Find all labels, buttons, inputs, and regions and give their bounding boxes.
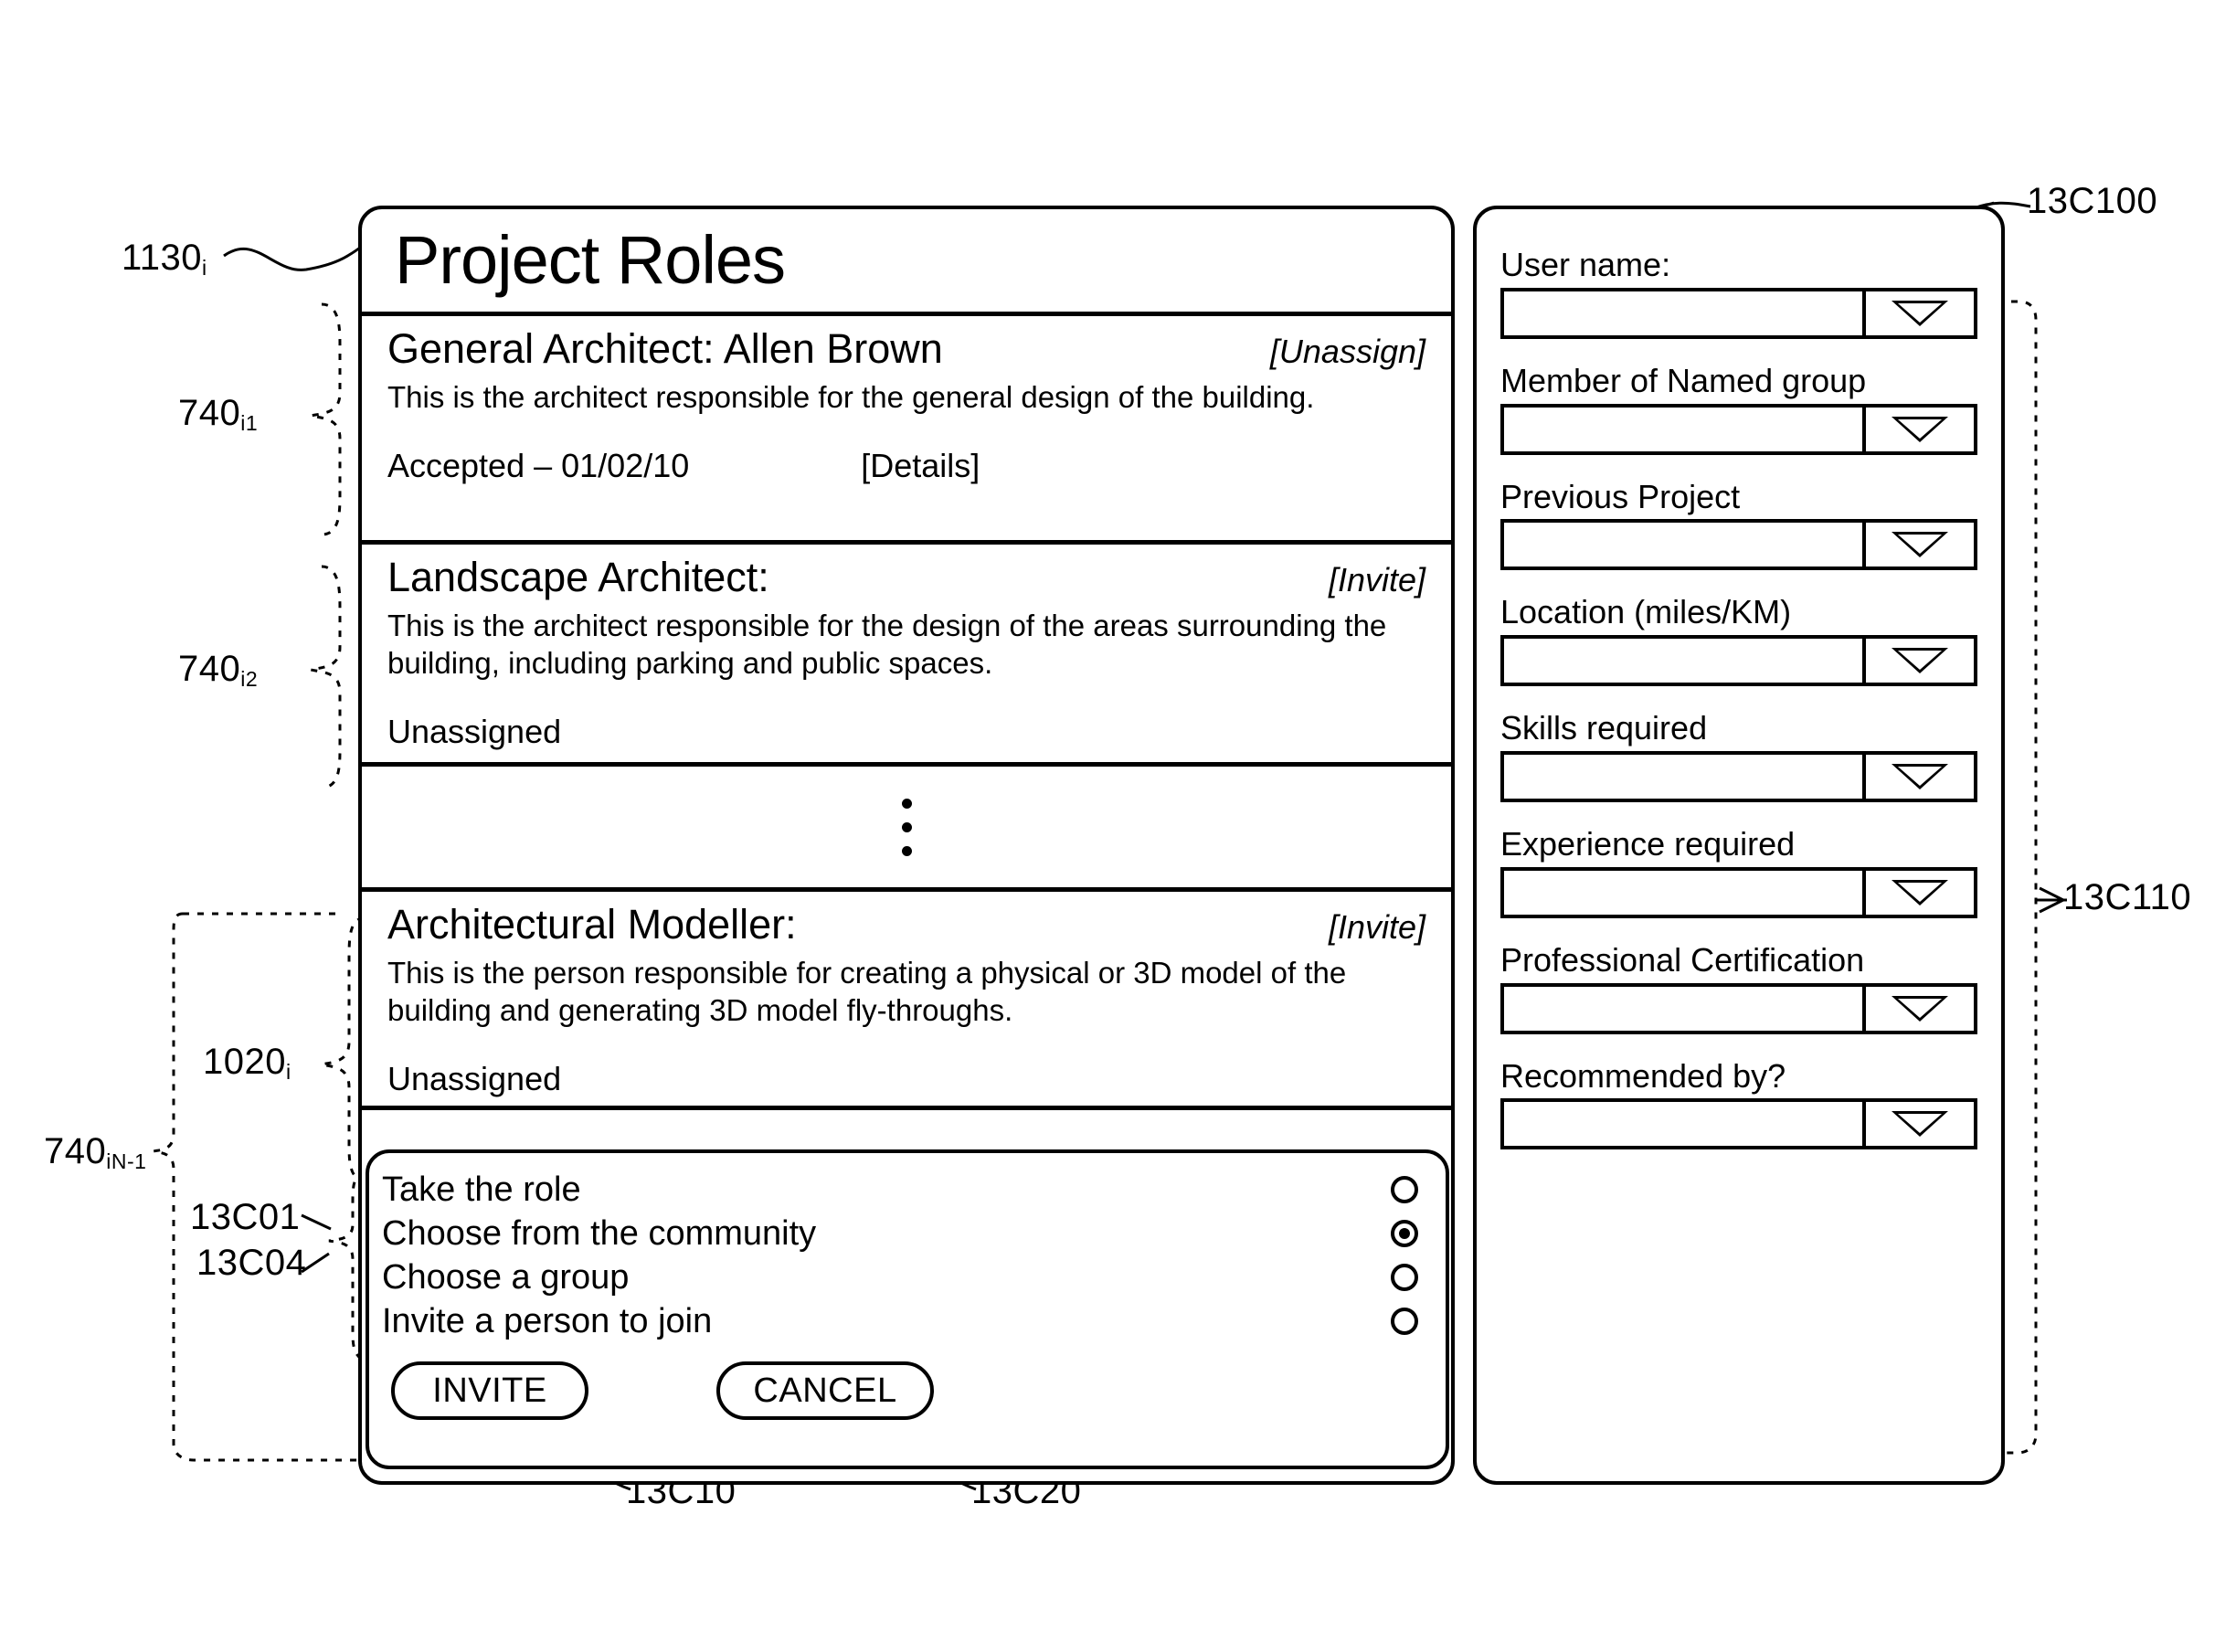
- callout-13C04: 13C04: [196, 1243, 307, 1283]
- role-row-general-architect[interactable]: General Architect: Allen Brown [Unassign…: [362, 312, 1451, 540]
- role-status-row: Unassigned: [387, 713, 1425, 751]
- callout-740iN-1: 740iN-1: [44, 1131, 147, 1173]
- callout-13C110: 13C110: [2063, 877, 2192, 917]
- field-skills-required: Skills required: [1500, 711, 1977, 802]
- radio-invite-a-person-to-join[interactable]: [1391, 1308, 1418, 1335]
- role-title: General Architect: Allen Brown: [387, 325, 943, 372]
- role-status: Unassigned: [387, 1060, 562, 1098]
- user-search-filter-window: User name: Member of Named group Previou…: [1473, 206, 2005, 1485]
- field-professional-certification: Professional Certification: [1500, 940, 1977, 1034]
- chevron-down-icon[interactable]: [1862, 870, 1974, 915]
- callout-740i1: 740i1: [178, 393, 259, 435]
- location-combobox[interactable]: [1500, 635, 1977, 687]
- skills-required-combobox[interactable]: [1500, 750, 1977, 802]
- option-choose-a-group[interactable]: Choose a group: [382, 1255, 1433, 1299]
- invite-option-list: Take the role Choose from the community …: [382, 1168, 1433, 1343]
- role-row-landscape-architect[interactable]: Landscape Architect: [Invite] This is th…: [362, 540, 1451, 762]
- user-name-combobox[interactable]: [1500, 287, 1977, 339]
- location-input[interactable]: [1504, 639, 1862, 683]
- field-label: Previous Project: [1500, 477, 1741, 515]
- callout-13C01: 13C01: [190, 1197, 301, 1237]
- previous-project-input[interactable]: [1504, 523, 1862, 567]
- role-title: Architectural Modeller:: [387, 901, 797, 948]
- field-location: Location (miles/KM): [1500, 593, 1977, 687]
- role-header: General Architect: Allen Brown [Unassign…: [387, 325, 1425, 373]
- role-header: Landscape Architect: [Invite]: [387, 554, 1425, 601]
- option-label: Take the role: [382, 1170, 581, 1209]
- chevron-down-icon[interactable]: [1862, 523, 1974, 567]
- details-link[interactable]: [Details]: [861, 447, 980, 485]
- role-title: Landscape Architect:: [387, 554, 769, 600]
- option-label: Choose a group: [382, 1258, 630, 1297]
- chevron-down-icon[interactable]: [1862, 754, 1974, 799]
- role-header: Architectural Modeller: [Invite]: [387, 901, 1425, 948]
- vertical-ellipsis-icon: [901, 798, 912, 856]
- professional-certification-input[interactable]: [1504, 987, 1862, 1031]
- option-choose-from-the-community[interactable]: Choose from the community: [382, 1212, 1433, 1255]
- figure-canvas: 1130i 740i1 740i2 1020i 740iN-1 13C01 13…: [0, 0, 2236, 1652]
- experience-required-combobox[interactable]: [1500, 866, 1977, 918]
- field-member-of-named-group: Member of Named group: [1500, 361, 1977, 455]
- radio-choose-a-group[interactable]: [1391, 1264, 1418, 1291]
- role-status: Accepted – 01/02/10: [387, 447, 690, 484]
- field-label: Location (miles/KM): [1500, 593, 1792, 631]
- field-label: User name:: [1500, 246, 1671, 283]
- role-status-row: Unassigned: [387, 1060, 1425, 1098]
- experience-required-input[interactable]: [1504, 871, 1862, 915]
- member-of-named-group-input[interactable]: [1504, 408, 1862, 451]
- invite-link[interactable]: [Invite]: [1292, 561, 1425, 599]
- field-recommended-by: Recommended by?: [1500, 1056, 1977, 1150]
- roles-list: General Architect: Allen Brown [Unassign…: [362, 312, 1451, 1110]
- cancel-button[interactable]: CANCEL: [716, 1361, 934, 1420]
- previous-project-combobox[interactable]: [1500, 519, 1977, 571]
- radio-take-the-role[interactable]: [1391, 1176, 1418, 1203]
- field-label: Recommended by?: [1500, 1056, 1786, 1095]
- callout-1020i: 1020i: [203, 1042, 291, 1084]
- chevron-down-icon[interactable]: [1862, 639, 1974, 683]
- option-label: Invite a person to join: [382, 1302, 713, 1340]
- radio-choose-from-the-community[interactable]: [1391, 1220, 1418, 1247]
- user-name-input[interactable]: [1504, 291, 1862, 335]
- option-invite-a-person-to-join[interactable]: Invite a person to join: [382, 1299, 1433, 1343]
- field-experience-required: Experience required: [1500, 827, 1977, 918]
- field-label: Professional Certification: [1500, 940, 1865, 979]
- role-description: This is the architect responsible for th…: [387, 379, 1315, 414]
- recommended-by-combobox[interactable]: [1500, 1098, 1977, 1150]
- role-description: This is the person responsible for creat…: [387, 955, 1347, 1027]
- member-of-named-group-combobox[interactable]: [1500, 403, 1977, 455]
- callout-1130i: 1130i: [122, 238, 207, 280]
- option-label: Choose from the community: [382, 1214, 817, 1253]
- panel-button-group: INVITE CANCEL: [391, 1361, 934, 1420]
- chevron-down-icon[interactable]: [1862, 1102, 1974, 1147]
- chevron-down-icon[interactable]: [1862, 986, 1974, 1031]
- skills-required-input[interactable]: [1504, 755, 1862, 799]
- role-description: This is the architect responsible for th…: [387, 608, 1387, 680]
- recommended-by-input[interactable]: [1504, 1102, 1862, 1146]
- role-status-row: Accepted – 01/02/10 [Details]: [387, 447, 1425, 485]
- field-label: Skills required: [1500, 709, 1708, 747]
- invite-link[interactable]: [Invite]: [1292, 908, 1425, 947]
- callout-13C100: 13C100: [2027, 181, 2158, 221]
- field-user-name: User name:: [1500, 248, 1977, 339]
- field-label: Experience required: [1500, 824, 1796, 863]
- callout-740i2: 740i2: [178, 649, 259, 691]
- field-label: Member of Named group: [1500, 361, 1867, 399]
- field-previous-project: Previous Project: [1500, 477, 1977, 571]
- chevron-down-icon[interactable]: [1862, 407, 1974, 451]
- roles-ellipsis: [362, 762, 1451, 887]
- unassign-link[interactable]: [Unassign]: [1234, 333, 1425, 371]
- page-title: Project Roles: [395, 221, 786, 298]
- invite-button[interactable]: INVITE: [391, 1361, 588, 1420]
- chevron-down-icon[interactable]: [1862, 291, 1974, 335]
- option-take-the-role[interactable]: Take the role: [382, 1168, 1433, 1212]
- role-status: Unassigned: [387, 713, 562, 751]
- role-row-architectural-modeller[interactable]: Architectural Modeller: [Invite] This is…: [362, 887, 1451, 1110]
- professional-certification-combobox[interactable]: [1500, 982, 1977, 1034]
- invite-options-panel: Take the role Choose from the community …: [366, 1149, 1449, 1469]
